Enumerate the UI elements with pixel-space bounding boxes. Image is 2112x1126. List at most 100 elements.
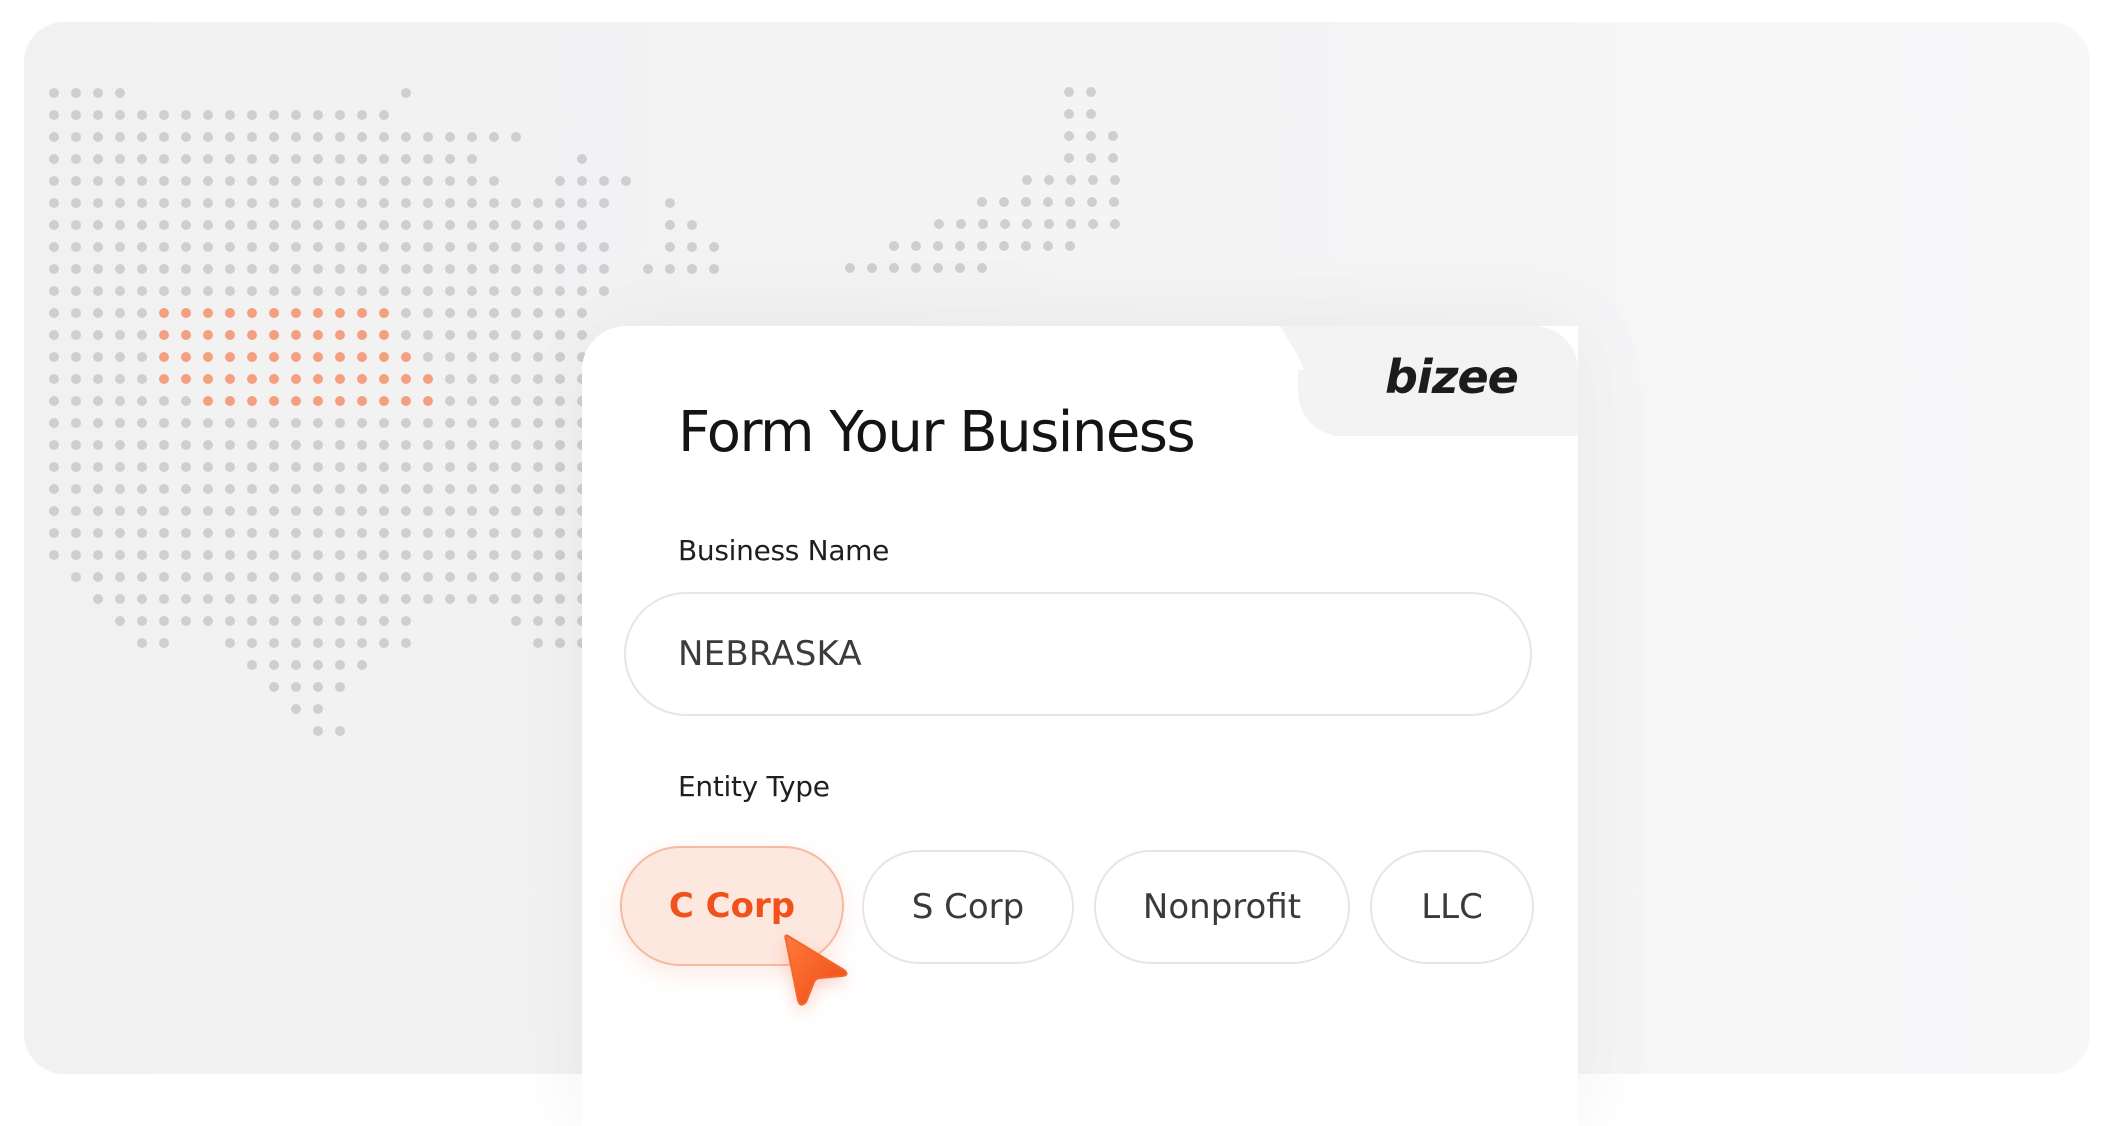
map-dot <box>1066 175 1076 185</box>
map-dot <box>313 440 323 450</box>
map-dot <box>423 176 433 186</box>
map-dot <box>599 242 609 252</box>
map-dot <box>1109 197 1119 207</box>
map-dot <box>423 242 433 252</box>
map-dot <box>1064 153 1074 163</box>
map-dot <box>225 550 235 560</box>
map-dot <box>599 176 609 186</box>
map-dot <box>555 308 565 318</box>
form-title: Form Your Business <box>678 400 1196 465</box>
map-dot <box>1043 241 1053 251</box>
map-dot <box>71 88 81 98</box>
map-dot <box>71 440 81 450</box>
map-dot <box>49 396 59 406</box>
map-dot <box>467 594 477 604</box>
map-dot-highlight <box>357 396 367 406</box>
map-dot <box>401 132 411 142</box>
map-dot <box>115 396 125 406</box>
map-dot <box>225 418 235 428</box>
business-name-input[interactable] <box>624 592 1532 716</box>
map-dot <box>313 660 323 670</box>
map-dot <box>357 462 367 472</box>
page-background: bizee Form Your Business Business Name E… <box>0 0 2112 1126</box>
map-dot <box>291 594 301 604</box>
map-dot <box>181 132 191 142</box>
map-dot <box>335 440 345 450</box>
map-dot-highlight <box>335 308 345 318</box>
map-dot <box>269 550 279 560</box>
map-dot <box>115 616 125 626</box>
map-dot <box>115 572 125 582</box>
map-dot <box>291 198 301 208</box>
map-dot <box>445 176 455 186</box>
map-dot <box>159 242 169 252</box>
map-dot <box>555 242 565 252</box>
map-dot <box>159 440 169 450</box>
map-dot <box>137 132 147 142</box>
entity-option-s-corp[interactable]: S Corp <box>862 850 1074 964</box>
map-dot <box>203 462 213 472</box>
map-dot <box>357 198 367 208</box>
map-dot <box>313 462 323 472</box>
map-dot <box>49 484 59 494</box>
map-dot <box>115 330 125 340</box>
map-dot <box>423 528 433 538</box>
map-dot <box>225 198 235 208</box>
map-dot <box>247 594 257 604</box>
map-dot <box>401 528 411 538</box>
map-dot <box>511 550 521 560</box>
map-dot <box>71 462 81 472</box>
map-dot <box>423 286 433 296</box>
map-dot <box>577 176 587 186</box>
map-dot <box>379 616 389 626</box>
map-dot <box>533 462 543 472</box>
map-dot <box>247 154 257 164</box>
map-dot <box>269 682 279 692</box>
map-dot <box>511 528 521 538</box>
map-dot <box>1021 241 1031 251</box>
map-dot <box>423 264 433 274</box>
map-dot <box>159 264 169 274</box>
entity-option-nonprofit[interactable]: Nonprofit <box>1094 850 1350 964</box>
map-dot <box>93 242 103 252</box>
map-dot <box>445 440 455 450</box>
map-dot <box>71 418 81 428</box>
map-dot <box>93 572 103 582</box>
map-dot <box>225 242 235 252</box>
map-dot <box>357 528 367 538</box>
map-dot <box>511 374 521 384</box>
map-dot <box>203 594 213 604</box>
map-dot <box>467 352 477 362</box>
map-dot <box>555 440 565 450</box>
map-dot <box>203 484 213 494</box>
map-dot <box>71 396 81 406</box>
map-dot <box>225 506 235 516</box>
map-dot <box>335 660 345 670</box>
map-dot <box>71 506 81 516</box>
map-dot <box>379 242 389 252</box>
map-dot <box>445 286 455 296</box>
map-dot <box>533 594 543 604</box>
map-dot <box>467 176 477 186</box>
map-dot <box>159 220 169 230</box>
entity-option-llc[interactable]: LLC <box>1370 850 1534 964</box>
map-dot <box>489 528 499 538</box>
map-dot <box>379 528 389 538</box>
map-dot <box>379 220 389 230</box>
map-dot <box>71 176 81 186</box>
map-dot <box>467 396 477 406</box>
map-dot-highlight <box>357 308 367 318</box>
map-dot <box>225 484 235 494</box>
map-dot <box>1088 219 1098 229</box>
map-dot <box>335 198 345 208</box>
map-dot <box>357 572 367 582</box>
map-dot <box>137 242 147 252</box>
map-dot <box>71 220 81 230</box>
map-dot <box>533 616 543 626</box>
map-dot <box>115 550 125 560</box>
map-dot <box>225 176 235 186</box>
map-dot <box>203 550 213 560</box>
map-dot <box>247 506 257 516</box>
map-dot <box>555 572 565 582</box>
map-dot <box>555 594 565 604</box>
